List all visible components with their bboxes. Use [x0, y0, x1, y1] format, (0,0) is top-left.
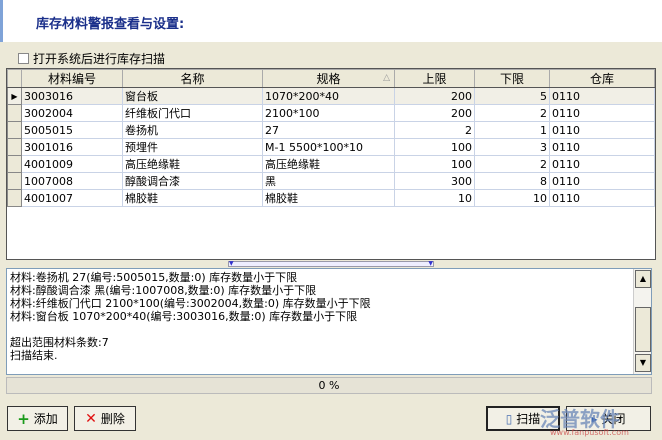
cell-code[interactable]: 3003016	[21, 87, 123, 105]
cell-lower[interactable]: 2	[474, 104, 550, 122]
cell-code[interactable]: 1007008	[21, 172, 123, 190]
cell-upper[interactable]: 200	[394, 104, 475, 122]
cell-name[interactable]: 纤维板门代口	[122, 104, 263, 122]
cell-spec[interactable]: 棉胶鞋	[262, 189, 395, 207]
scroll-down-icon[interactable]: ▼	[635, 354, 651, 372]
log-line: 材料:卷扬机 27(编号:5005015,数量:0) 库存数量小于下限	[10, 271, 298, 284]
cell-code[interactable]: 3001016	[21, 138, 123, 156]
scan-log[interactable]: 材料:卷扬机 27(编号:5005015,数量:0) 库存数量小于下限 材料:醇酸…	[6, 268, 652, 375]
cell-code[interactable]: 4001007	[21, 189, 123, 207]
delete-button[interactable]: ✕ 删除	[74, 406, 136, 431]
cell-code[interactable]: 4001009	[21, 155, 123, 173]
table-row[interactable]: 1007008 醇酸调合漆黑 300 8 0110	[7, 172, 655, 190]
splitter-handle[interactable]: ▼ ▼	[228, 261, 434, 267]
cell-lower[interactable]: 8	[474, 172, 550, 190]
cell-upper[interactable]: 10	[394, 189, 475, 207]
cell-code[interactable]: 5005015	[21, 121, 123, 139]
log-line: 材料:窗台板 1070*200*40(编号:3003016,数量:0) 库存数量…	[10, 310, 358, 323]
cell-upper[interactable]: 2	[394, 121, 475, 139]
row-indicator[interactable]	[7, 172, 22, 190]
chevron-down-icon: ▼	[229, 260, 234, 267]
add-button[interactable]: + 添加	[7, 406, 68, 431]
checkbox-label: 打开系统后进行库存扫描	[33, 52, 166, 66]
scroll-thumb[interactable]	[635, 307, 651, 352]
spec-label: 规格	[316, 72, 341, 86]
column-header-spec[interactable]: 规格 △	[262, 69, 395, 88]
cell-spec[interactable]: 高压绝缘鞋	[262, 155, 395, 173]
log-line: 扫描结束.	[10, 349, 58, 362]
log-line: 超出范围材料条数:7	[10, 336, 109, 349]
scroll-up-icon[interactable]: ▲	[635, 270, 651, 288]
table-row[interactable]: 5005015 卷扬机 27 2 1 0110	[7, 121, 655, 139]
materials-grid: 材料编号 名称 规格 △ 上限 下限 仓库 ▶ 3003016 窗台板 1070*200…	[6, 68, 656, 260]
cell-lower[interactable]: 10	[474, 189, 550, 207]
cell-name[interactable]: 高压绝缘鞋	[122, 155, 263, 173]
cell-name[interactable]: 棉胶鞋	[122, 189, 263, 207]
cell-warehouse[interactable]: 0110	[549, 189, 655, 207]
chevron-down-icon: ▼	[428, 260, 433, 267]
cell-lower[interactable]: 5	[474, 87, 550, 105]
cell-warehouse[interactable]: 0110	[549, 172, 655, 190]
column-header-lower[interactable]: 下限	[474, 69, 550, 88]
delete-icon: ✕	[85, 410, 97, 427]
cell-spec[interactable]: M-1 5500*100*10	[262, 138, 395, 156]
log-line: 材料:醇酸调合漆 黑(编号:1007008,数量:0) 库存数量小于下限	[10, 284, 317, 297]
cell-name[interactable]: 醇酸调合漆	[122, 172, 263, 190]
header: 库存材料警报查看与设置:	[0, 0, 662, 42]
cell-lower[interactable]: 3	[474, 138, 550, 156]
cell-upper[interactable]: 300	[394, 172, 475, 190]
row-indicator-header	[7, 69, 22, 88]
cell-name[interactable]: 预埋件	[122, 138, 263, 156]
document-scan-icon: ▯	[505, 411, 513, 426]
cell-spec[interactable]: 27	[262, 121, 395, 139]
cell-spec[interactable]: 1070*200*40	[262, 87, 395, 105]
cell-warehouse[interactable]: 0110	[549, 155, 655, 173]
table-row[interactable]: 4001007 棉胶鞋 棉胶鞋 10 10 0110	[7, 189, 655, 207]
cell-spec[interactable]: 黑	[262, 172, 395, 190]
table-row[interactable]: ▶ 3003016 窗台板 1070*200*40 200 5 0110	[7, 87, 655, 105]
cell-warehouse[interactable]: 0110	[549, 87, 655, 105]
progress-bar: 0 %	[6, 377, 652, 394]
row-indicator[interactable]: ▶	[7, 87, 22, 105]
row-indicator[interactable]	[7, 189, 22, 207]
row-indicator[interactable]	[7, 138, 22, 156]
cell-upper[interactable]: 100	[394, 155, 475, 173]
cell-name[interactable]: 卷扬机	[122, 121, 263, 139]
cell-lower[interactable]: 1	[474, 121, 550, 139]
table-row[interactable]: 4001009 高压绝缘鞋 高压绝缘鞋 100 2 0110	[7, 155, 655, 173]
plus-icon: +	[17, 409, 30, 428]
scan-label: 扫描	[516, 412, 541, 426]
scan-on-start-checkbox[interactable]: 打开系统后进行库存扫描	[18, 50, 165, 67]
log-line: 材料:纤维板门代口 2100*100(编号:3002004,数量:0) 库存数量…	[10, 297, 371, 310]
row-indicator[interactable]	[7, 104, 22, 122]
page-title: 库存材料警报查看与设置:	[36, 17, 185, 32]
column-header-name[interactable]: 名称	[122, 69, 263, 88]
cell-name[interactable]: 窗台板	[122, 87, 263, 105]
watermark-url: www.fanpusoft.com	[550, 428, 629, 437]
column-header-upper[interactable]: 上限	[394, 69, 475, 88]
cell-upper[interactable]: 100	[394, 138, 475, 156]
table-row[interactable]: 3001016 预埋件 M-1 5500*100*10 100 3 0110	[7, 138, 655, 156]
add-label: 添加	[33, 412, 58, 426]
progress-text: 0 %	[318, 379, 340, 392]
cell-warehouse[interactable]: 0110	[549, 104, 655, 122]
watermark-logo: 泛普软件 www.fanpusoft.com	[540, 403, 629, 437]
cell-lower[interactable]: 2	[474, 155, 550, 173]
cell-upper[interactable]: 200	[394, 87, 475, 105]
column-header-code[interactable]: 材料编号	[21, 69, 123, 88]
table-row[interactable]: 3002004 纤维板门代口 2100*100 200 2 0110	[7, 104, 655, 122]
log-scrollbar[interactable]: ▲ ▼	[633, 269, 651, 374]
cell-code[interactable]: 3002004	[21, 104, 123, 122]
cell-warehouse[interactable]: 0110	[549, 121, 655, 139]
checkbox-box[interactable]	[18, 53, 29, 64]
row-indicator[interactable]	[7, 121, 22, 139]
delete-label: 删除	[100, 412, 125, 426]
cell-warehouse[interactable]: 0110	[549, 138, 655, 156]
sort-icon: △	[383, 73, 390, 83]
cell-spec[interactable]: 2100*100	[262, 104, 395, 122]
column-header-warehouse[interactable]: 仓库	[549, 69, 655, 88]
row-indicator[interactable]	[7, 155, 22, 173]
